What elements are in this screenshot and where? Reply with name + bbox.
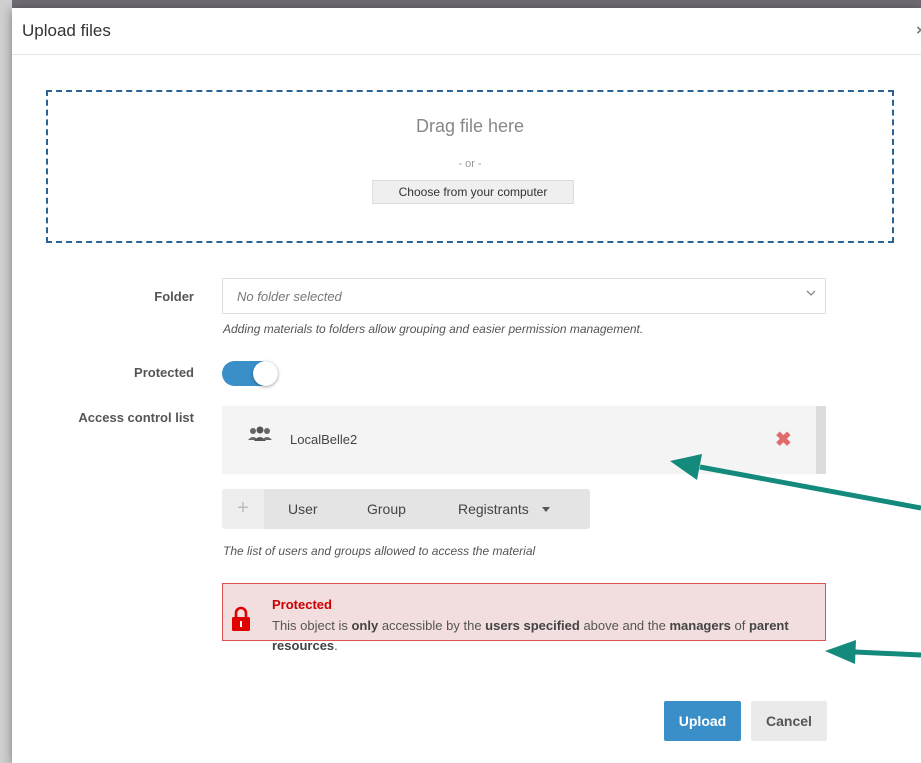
- backdrop-top: [0, 0, 921, 8]
- acl-label: Access control list: [78, 410, 194, 425]
- add-user-button[interactable]: User: [288, 501, 318, 517]
- folder-help-text: Adding materials to folders allow groupi…: [223, 322, 644, 336]
- folder-select[interactable]: No folder selected: [222, 278, 826, 314]
- alert-body: This object is only accessible by the us…: [272, 618, 789, 653]
- protected-label: Protected: [134, 365, 194, 380]
- acl-add-bar: + User Group Registrants: [222, 489, 590, 529]
- alert-title: Protected: [272, 597, 332, 612]
- folder-select-value: No folder selected: [237, 289, 342, 304]
- chevron-down-icon: [806, 290, 816, 296]
- choose-file-button[interactable]: Choose from your computer: [372, 180, 574, 204]
- plus-icon[interactable]: +: [222, 489, 264, 529]
- add-registrants-dropdown[interactable]: Registrants: [458, 501, 529, 517]
- acl-help-text: The list of users and groups allowed to …: [223, 544, 536, 558]
- cancel-button[interactable]: Cancel: [751, 701, 827, 741]
- upload-dialog: Upload files × Drag file here - or - Cho…: [12, 8, 921, 763]
- upload-button[interactable]: Upload: [664, 701, 741, 741]
- dropzone-or: - or -: [458, 158, 482, 170]
- dialog-title: Upload files: [22, 21, 111, 40]
- protected-alert: Protected This object is only accessible…: [222, 583, 826, 653]
- caret-down-icon: [542, 507, 550, 512]
- protected-toggle[interactable]: [222, 361, 278, 386]
- acl-entry-name: LocalBelle2: [290, 432, 358, 447]
- acl-scrollbar[interactable]: [816, 406, 826, 474]
- close-icon[interactable]: ×: [916, 22, 921, 39]
- backdrop-strip: [0, 0, 12, 763]
- acl-list: LocalBelle2 ✖: [222, 406, 826, 474]
- toggle-knob: [253, 361, 278, 386]
- group-icon: [248, 426, 272, 441]
- lock-icon: [232, 606, 250, 631]
- dialog-header: Upload files ×: [12, 8, 921, 55]
- dropzone-title: Drag file here: [415, 116, 525, 136]
- remove-icon[interactable]: ✖: [775, 427, 792, 452]
- file-dropzone[interactable]: Drag file here - or - Choose from your c…: [46, 90, 894, 243]
- folder-label: Folder: [154, 289, 194, 304]
- add-group-button[interactable]: Group: [367, 501, 406, 517]
